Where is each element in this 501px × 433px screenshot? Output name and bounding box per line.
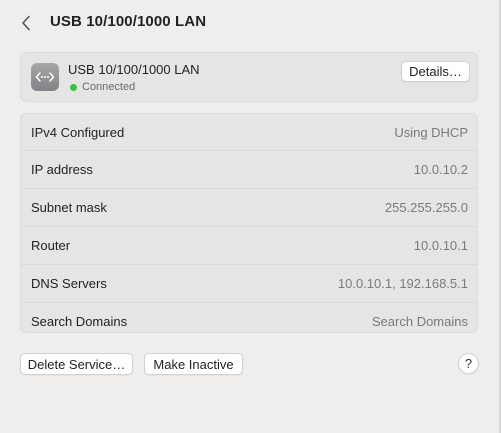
row-label: Search Domains [31,314,128,329]
row-label: Router [31,238,71,253]
info-row-ip-address: IP address 10.0.10.2 [21,151,477,189]
chevron-left-icon [22,15,30,31]
row-value: 10.0.10.2 [413,162,468,177]
search-domains-field[interactable]: Search Domains [372,314,468,329]
row-value: 10.0.10.1 [413,238,468,253]
back-button[interactable] [16,12,36,34]
info-row-subnet-mask: Subnet mask 255.255.255.0 [21,189,477,227]
help-button[interactable]: ? [458,353,479,374]
service-name: USB 10/100/1000 LAN [68,62,200,77]
status-row: Connected [70,81,135,93]
row-label: Subnet mask [31,200,107,215]
row-value: Using DHCP [394,124,468,140]
info-row-search-domains[interactable]: Search Domains Search Domains [21,303,477,340]
row-label: DNS Servers [31,276,107,291]
details-button[interactable]: Details… [401,61,470,82]
page-title: USB 10/100/1000 LAN [50,13,207,30]
header: USB 10/100/1000 LAN [0,0,499,46]
info-row-ipv4-configured[interactable]: IPv4 Configured Using DHCP [21,114,477,151]
network-info-table: IPv4 Configured Using DHCP IP address 10… [20,113,478,333]
row-label: IP address [31,162,93,177]
info-row-dns-servers: DNS Servers 10.0.10.1, 192.168.5.1 [21,265,477,303]
row-value: 255.255.255.0 [384,200,468,215]
ethernet-icon [31,63,59,91]
make-inactive-button[interactable]: Make Inactive [144,353,243,375]
service-card: USB 10/100/1000 LAN Connected Details… [20,52,478,102]
delete-service-button[interactable]: Delete Service… [20,353,133,375]
status-dot-icon [70,83,77,91]
info-row-router: Router 10.0.10.1 [21,227,477,265]
row-label: IPv4 Configured [31,124,125,140]
row-value: 10.0.10.1, 192.168.5.1 [337,276,468,291]
status-text: Connected [82,81,136,93]
